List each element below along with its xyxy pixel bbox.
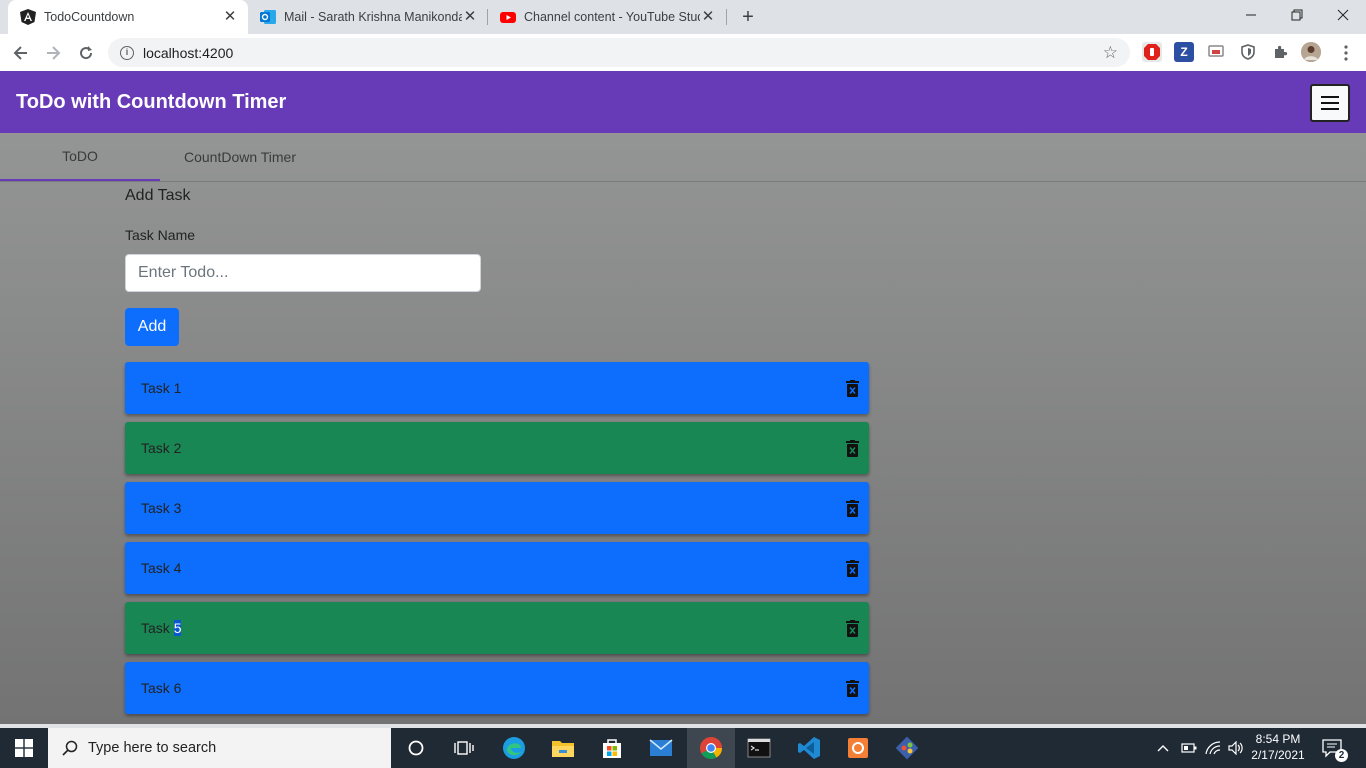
outlook-icon <box>260 9 276 25</box>
hamburger-icon <box>1321 108 1339 110</box>
trash-icon[interactable] <box>846 620 859 637</box>
task-name: Task 1 <box>141 380 182 396</box>
task-view-icon[interactable] <box>440 728 488 768</box>
forward-arrow-icon[interactable] <box>40 40 66 66</box>
todo-input[interactable] <box>125 254 481 292</box>
browser-tab-title: TodoCountdown <box>44 10 135 24</box>
close-icon[interactable]: ✕ <box>462 9 478 25</box>
browser-tab-todocountdown[interactable]: TodoCountdown ✕ <box>8 0 248 34</box>
notification-count-badge: 2 <box>1335 749 1348 762</box>
hamburger-icon <box>1321 102 1339 104</box>
clock-time: 8:54 PM <box>1255 732 1301 746</box>
browser-tab-title: Mail - Sarath Krishna Manikonda <box>284 10 462 24</box>
tab-countdown-timer[interactable]: CountDown Timer <box>160 133 320 181</box>
trash-icon[interactable] <box>846 560 859 577</box>
cast-extension-icon[interactable] <box>1206 42 1226 62</box>
task-name-label: Task Name <box>125 227 196 243</box>
restore-button[interactable] <box>1274 0 1320 30</box>
cortana-icon[interactable] <box>392 728 440 768</box>
task-name: Task 3 <box>141 500 182 516</box>
menu-toggle-button[interactable] <box>1310 84 1350 122</box>
app-viewport: ToDo with Countdown Timer ToDO CountDown… <box>0 71 1366 724</box>
add-task-heading: Add Task <box>125 187 191 204</box>
puzzle-extensions-icon[interactable] <box>1270 42 1290 62</box>
volume-icon[interactable] <box>1228 728 1244 768</box>
task-item-2[interactable]: Task 2 <box>125 422 869 474</box>
trash-icon[interactable] <box>846 380 859 397</box>
new-tab-button[interactable]: + <box>737 6 759 28</box>
browser-tab-youtube[interactable]: Channel content - YouTube Studio ✕ <box>488 0 726 34</box>
minimize-button[interactable] <box>1228 0 1274 30</box>
trash-icon[interactable] <box>846 440 859 457</box>
youtube-icon <box>500 9 516 25</box>
window-close-button[interactable] <box>1320 0 1366 30</box>
task-name: Task 5 <box>141 620 182 636</box>
task-item-1[interactable]: Task 1 <box>125 362 869 414</box>
task-name: Task 2 <box>141 440 182 456</box>
edge-icon[interactable] <box>490 728 538 768</box>
wifi-icon[interactable] <box>1205 728 1221 768</box>
file-explorer-icon[interactable] <box>539 728 587 768</box>
task-item-3[interactable]: Task 3 <box>125 482 869 534</box>
task-name-prefix: Task <box>141 620 174 636</box>
close-icon[interactable]: ✕ <box>700 9 716 25</box>
browser-tab-strip: TodoCountdown ✕ Mail - Sarath Krishna Ma… <box>0 0 1366 34</box>
adblock-extension-icon[interactable] <box>1142 42 1162 62</box>
task-item-6[interactable]: Task 6 <box>125 662 869 714</box>
app-tabs: ToDO CountDown Timer <box>0 133 1366 182</box>
info-icon[interactable]: i <box>120 45 134 60</box>
store-icon[interactable] <box>588 728 636 768</box>
tab-separator <box>726 9 727 25</box>
hamburger-icon <box>1321 96 1339 98</box>
address-bar[interactable]: i localhost:4200 ☆ <box>108 38 1130 67</box>
app-orange-icon[interactable] <box>834 728 882 768</box>
browser-toolbar: i localhost:4200 ☆ Z <box>0 34 1366 71</box>
taskbar-search[interactable]: Type here to search <box>48 728 391 768</box>
mail-icon[interactable] <box>637 728 685 768</box>
browser-tab-title: Channel content - YouTube Studio <box>524 10 700 24</box>
zotero-extension-icon[interactable]: Z <box>1174 42 1194 62</box>
chrome-icon[interactable] <box>687 728 735 768</box>
app-header: ToDo with Countdown Timer <box>0 71 1366 133</box>
windows-taskbar: Type here to search 8:54 PM 2/17/2021 2 <box>0 728 1366 768</box>
task-name: Task 6 <box>141 680 182 696</box>
url-text: localhost:4200 <box>143 44 234 61</box>
show-hidden-icons-icon[interactable] <box>1157 728 1169 768</box>
battery-icon[interactable] <box>1181 728 1197 768</box>
task-name: Task 4 <box>141 560 182 576</box>
task-item-5[interactable]: Task 5 <box>125 602 869 654</box>
avatar[interactable] <box>1301 42 1321 62</box>
bookmark-star-icon[interactable]: ☆ <box>1103 43 1118 63</box>
more-menu-icon[interactable] <box>1333 40 1359 66</box>
selected-text: 5 <box>173 620 182 636</box>
windows-start-icon[interactable] <box>0 728 48 768</box>
reload-icon[interactable] <box>73 40 99 66</box>
search-placeholder: Type here to search <box>88 740 217 756</box>
vscode-icon[interactable] <box>785 728 833 768</box>
angular-icon <box>20 9 36 25</box>
shield-icon[interactable] <box>1238 42 1258 62</box>
browser-tab-mail[interactable]: Mail - Sarath Krishna Manikonda ✕ <box>248 0 488 34</box>
add-button[interactable]: Add <box>125 308 179 346</box>
terminal-icon[interactable] <box>735 728 783 768</box>
close-icon[interactable]: ✕ <box>222 9 238 25</box>
back-arrow-icon[interactable] <box>8 40 34 66</box>
taskbar-clock[interactable]: 8:54 PM 2/17/2021 <box>1248 731 1308 763</box>
search-icon <box>62 740 78 756</box>
notification-icon[interactable]: 2 <box>1322 728 1348 768</box>
trash-icon[interactable] <box>846 680 859 697</box>
trash-icon[interactable] <box>846 500 859 517</box>
task-item-4[interactable]: Task 4 <box>125 542 869 594</box>
tab-todo[interactable]: ToDO <box>0 133 160 181</box>
app-title: ToDo with Countdown Timer <box>16 91 287 113</box>
clock-date: 2/17/2021 <box>1251 748 1305 762</box>
git-icon[interactable] <box>883 728 931 768</box>
